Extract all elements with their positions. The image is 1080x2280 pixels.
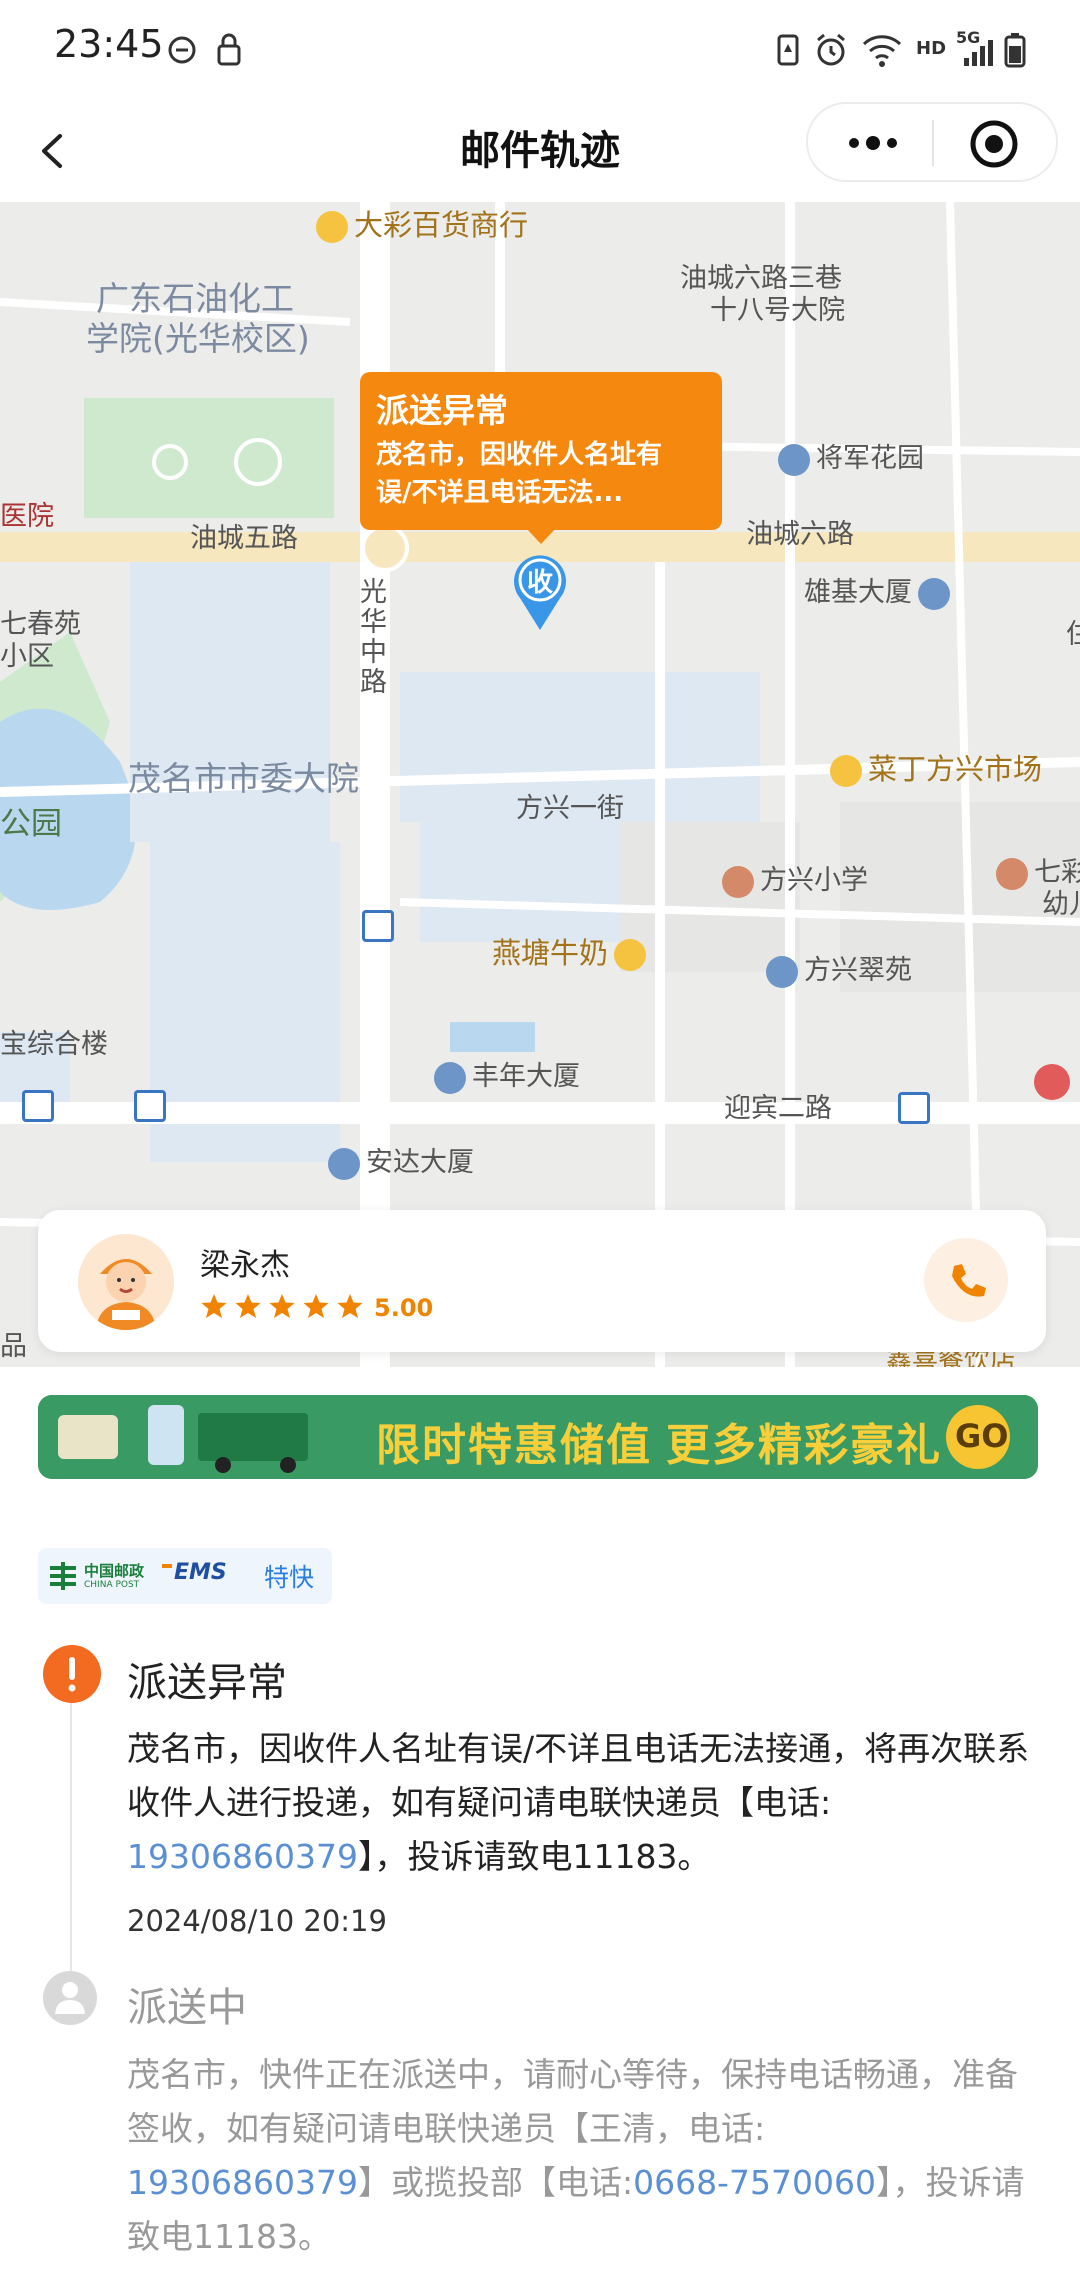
alarm-icon (814, 30, 848, 74)
poi-label: 幼儿 (1042, 889, 1080, 920)
poi-label: 雄基大厦 (804, 570, 950, 610)
poi-label: 宝综合楼 (0, 1029, 108, 1060)
promo-banner[interactable]: 限时特惠储值 更多精彩豪礼 GO (38, 1395, 1038, 1479)
dnd-icon (166, 30, 198, 74)
status-bar: 23:45 HD 5G (0, 0, 1080, 100)
food-pin-icon (316, 211, 348, 243)
office-phone-link[interactable]: 0668-7570060 (633, 2163, 876, 2202)
bus-stop-icon (22, 1090, 54, 1122)
china-post-en-label: CHINA POST (84, 1580, 140, 1590)
courier-avatar (78, 1234, 174, 1330)
target-icon (970, 120, 1018, 168)
battery-icon (1002, 30, 1028, 74)
poi-label: 方兴小学 (722, 858, 868, 898)
area-label: 学院(光华校区) (86, 319, 310, 358)
banner-text: 更多精彩豪礼 (666, 1420, 942, 1471)
close-mini-program-button[interactable] (966, 116, 1022, 172)
callout-text: 误/不详且电话无法... (376, 478, 624, 508)
wifi-icon (860, 30, 904, 74)
road-label: 油城五路 (190, 523, 298, 554)
poi-label: 住 (1066, 619, 1080, 650)
bus-stop-icon (362, 910, 394, 942)
poi-label: 丰年大厦 (434, 1054, 580, 1094)
courier-phone-link[interactable]: 19306860379 (127, 1837, 358, 1876)
road-label: 光华中路 (360, 577, 387, 698)
ems-stripe (162, 1564, 172, 1568)
rating-value: 5.00 (374, 1294, 434, 1322)
mini-program-capsule (806, 102, 1058, 182)
china-post-logo-icon (50, 1562, 76, 1590)
food-pin-icon (614, 939, 647, 971)
school-pin-icon (996, 857, 1028, 890)
service-type-label: 特快 (264, 1563, 315, 1592)
courier-avatar-icon (96, 1259, 156, 1330)
timeline-line (70, 1702, 72, 2002)
poi-label: 大彩百货商行 (316, 202, 528, 244)
market-pin-icon (830, 755, 862, 787)
banner-text: 限时特惠储值 (376, 1420, 652, 1471)
ems-label: EMS (174, 1560, 227, 1585)
carrier-badge: 中国邮政 CHINA POST EMS 特快 (38, 1548, 332, 1604)
park-label: 公园 (0, 806, 62, 842)
nav-bar: 邮件轨迹 (0, 100, 1080, 202)
courier-status-icon (42, 1970, 98, 2026)
road-label: 方兴一街 (516, 793, 624, 824)
callout-pointer-icon (526, 528, 556, 544)
area-label: 小区 (0, 641, 54, 672)
road-label: 油城六路 (746, 519, 854, 550)
building-pin-icon (434, 1061, 466, 1094)
alert-icon (42, 1644, 102, 1704)
more-dots-icon (849, 136, 897, 150)
courier-name: 梁永杰 (200, 1248, 290, 1283)
capsule-divider (932, 120, 934, 166)
school-pin-icon (722, 865, 754, 898)
battery-saver-icon (774, 30, 802, 74)
more-button[interactable] (838, 118, 908, 168)
poi-label: 安达大厦 (328, 1140, 474, 1180)
poi-label: 品 (0, 1331, 27, 1362)
call-courier-button[interactable] (924, 1238, 1008, 1322)
pin-label: 收 (526, 568, 553, 598)
residential-pin-icon (766, 955, 798, 988)
bus-stop-icon (898, 1092, 930, 1124)
timeline-detail: 茂名市，因收件人名址有误/不详且电话无法接通，将再次联系收件人进行投递，如有疑问… (127, 1729, 1030, 1876)
building-pin-icon (328, 1147, 360, 1180)
poi-label: 十八号大院 (710, 295, 845, 326)
poi-label: 菜丁方兴市场 (830, 746, 1042, 788)
phone-icon (952, 1264, 986, 1297)
map-view[interactable]: 大彩百货商行 广东石油化工 学院(光华校区) 油城六路三巷 十八号大院 将军花园… (0, 202, 1080, 1367)
signal-icon (958, 30, 994, 74)
banner-go-label: GO (955, 1417, 1009, 1455)
hd-label: HD (916, 38, 947, 59)
delivery-pin[interactable]: 收 (510, 552, 570, 632)
status-time: 23:45 (54, 22, 164, 66)
poi-label: 方兴翠苑 (766, 948, 912, 988)
area-label: 茂名市市委大院 (128, 759, 359, 798)
stars-icon (201, 1294, 363, 1318)
map-callout[interactable]: 派送异常 茂名市，因收件人名址有 误/不详且电话无法... (360, 372, 722, 544)
poi-label: 燕塘牛奶 (492, 930, 647, 972)
star-rating (200, 1292, 370, 1326)
building-pin-icon (918, 577, 950, 610)
residential-pin-icon (778, 443, 810, 476)
china-post-label: 中国邮政 (84, 1562, 145, 1580)
timeline-status: 派送中 (127, 1985, 247, 2031)
lock-icon (214, 30, 244, 74)
courier-phone-link[interactable]: 19306860379 (127, 2163, 358, 2202)
timeline-detail: 茂名市，快件正在派送中，请耐心等待，保持电话畅通，准备签收，如有疑问请电联快递员… (127, 2055, 1025, 2256)
timeline-status: 派送异常 (127, 1660, 287, 1706)
bus-stop-icon (134, 1090, 166, 1122)
poi-label: 将军花园 (778, 436, 924, 476)
callout-title: 派送异常 (376, 391, 508, 430)
callout-text: 茂名市，因收件人名址有 (376, 440, 663, 470)
timeline-time: 2024/08/10 20:19 (127, 1904, 387, 1938)
courier-card: 梁永杰 5.00 (38, 1210, 1046, 1352)
poi-label: 医院 (0, 501, 54, 532)
road-label: 迎宾二路 (724, 1093, 832, 1124)
hospital-pin-icon (1034, 1064, 1070, 1100)
